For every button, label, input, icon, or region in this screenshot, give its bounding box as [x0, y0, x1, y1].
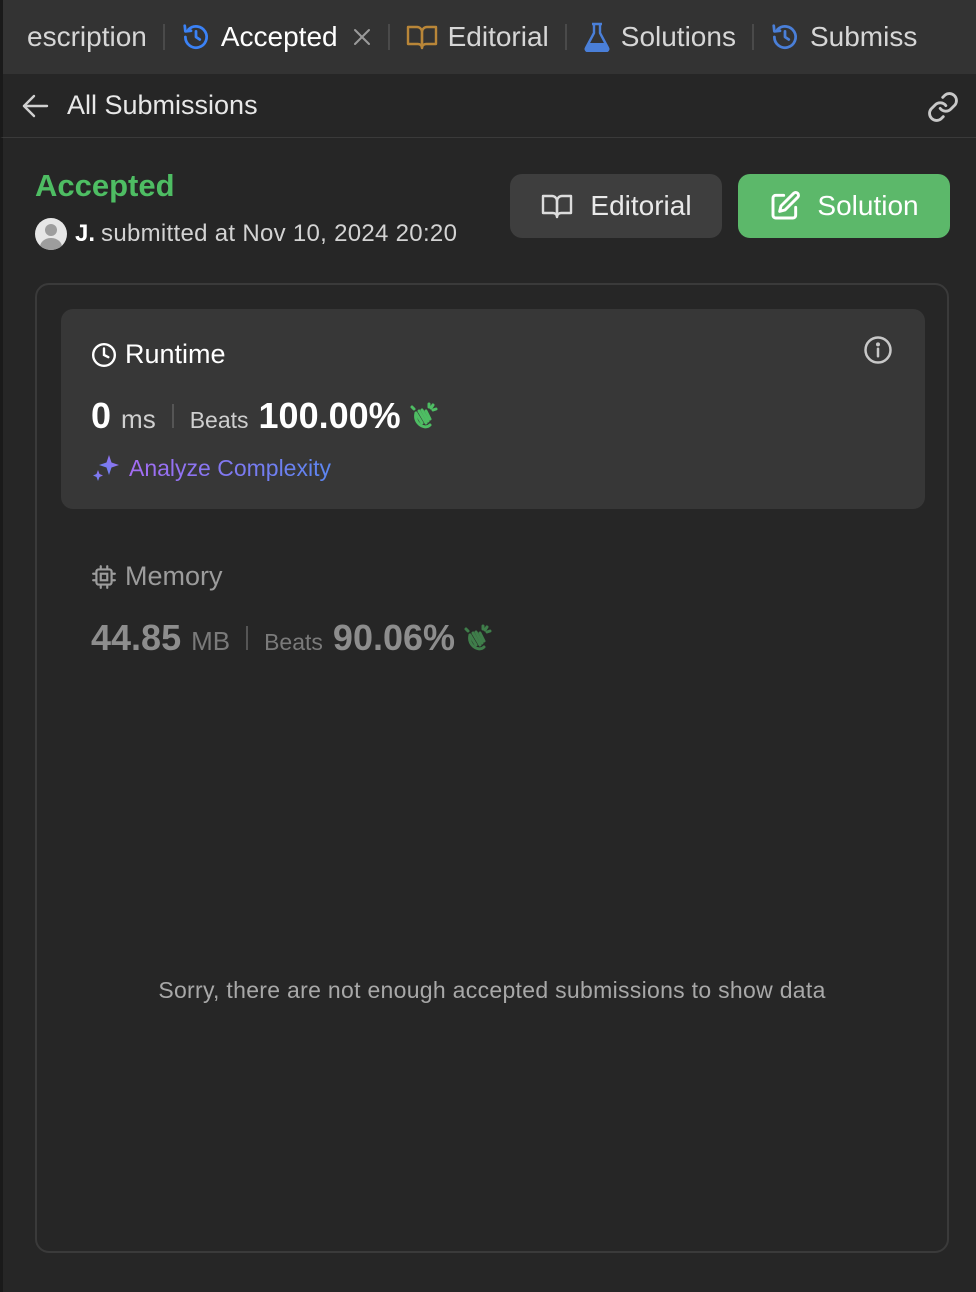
memory-header: Memory: [91, 561, 223, 592]
tab-divider: [564, 24, 567, 50]
runtime-beats-percent: 100.00%: [258, 395, 401, 436]
memory-beats-label: Beats: [264, 629, 323, 655]
memory-value: 44.85: [91, 617, 182, 658]
memory-unit: MB: [191, 626, 231, 656]
tab-description[interactable]: escription: [27, 0, 147, 74]
tab-divider: [387, 24, 390, 50]
all-submissions-link[interactable]: All Submissions: [67, 90, 258, 121]
edit-icon: [769, 190, 801, 222]
tab-description-label: escription: [27, 21, 147, 52]
sparkle-icon: [91, 453, 121, 483]
runtime-stats: 0 ms Beats 100.00%: [91, 395, 441, 437]
book-icon: [540, 192, 574, 220]
memory-title: Memory: [125, 561, 223, 591]
tab-submissions[interactable]: Submiss: [770, 0, 917, 74]
clock-icon: [91, 342, 117, 368]
clapping-hands-icon: [407, 401, 441, 431]
solution-button[interactable]: Solution: [738, 174, 950, 238]
stats-panel: Runtime 0 ms Beats 100.00% Analyze Compl…: [35, 283, 949, 1253]
avatar[interactable]: [35, 218, 67, 250]
flask-icon: [583, 22, 611, 52]
chart-empty-message: Sorry, there are not enough accepted sub…: [158, 977, 826, 1003]
memory-beats-percent: 90.06%: [332, 617, 456, 658]
book-icon: [406, 23, 438, 51]
memory-card[interactable]: Memory 44.85 MB Beats 90.06%: [61, 533, 925, 693]
tab-solutions[interactable]: Solutions: [583, 0, 736, 74]
submission-status: Accepted: [35, 168, 175, 203]
submitted-timestamp: submitted at Nov 10, 2024 20:20: [101, 220, 458, 247]
submission-detail: Accepted J. submitted at Nov 10, 2024 20…: [0, 138, 976, 1292]
clapping-hands-icon: [461, 623, 495, 653]
divider: [171, 404, 174, 428]
runtime-unit: ms: [121, 404, 156, 434]
tab-accepted-label: Accepted: [220, 21, 338, 52]
runtime-card[interactable]: Runtime 0 ms Beats 100.00% Analyze Compl…: [61, 309, 925, 509]
editorial-button[interactable]: Editorial: [510, 174, 722, 238]
chip-icon: [91, 564, 117, 590]
analyze-complexity-link[interactable]: Analyze Complexity: [91, 453, 331, 483]
tab-divider: [751, 24, 754, 50]
tab-editorial-label: Editorial: [447, 21, 549, 52]
tab-accepted[interactable]: Accepted: [181, 0, 372, 74]
tab-divider: [162, 24, 165, 50]
divider: [246, 626, 249, 650]
submission-header: All Submissions: [0, 74, 976, 138]
analyze-complexity-label: Analyze Complexity: [129, 454, 331, 481]
tab-editorial[interactable]: Editorial: [406, 0, 549, 74]
info-icon[interactable]: [863, 335, 893, 365]
close-icon[interactable]: [352, 27, 372, 47]
editorial-button-label: Editorial: [590, 190, 692, 221]
user-name[interactable]: J.: [75, 220, 95, 248]
back-arrow-icon[interactable]: [21, 93, 49, 119]
history-icon: [770, 22, 800, 52]
solution-button-label: Solution: [817, 190, 919, 221]
app-window: escription Accepted Editorial Solutions …: [0, 0, 976, 1292]
runtime-beats-label: Beats: [189, 407, 249, 433]
runtime-header: Runtime: [91, 339, 226, 370]
memory-stats: 44.85 MB Beats 90.06%: [91, 617, 495, 659]
tab-submissions-label: Submiss: [809, 21, 918, 52]
runtime-value: 0: [91, 395, 112, 436]
history-icon: [181, 22, 211, 52]
link-icon[interactable]: [926, 90, 960, 124]
runtime-title: Runtime: [125, 339, 226, 369]
submitter-info: J. submitted at Nov 10, 2024 20:20: [35, 218, 457, 250]
tab-bar: escription Accepted Editorial Solutions …: [0, 0, 976, 74]
tab-solutions-label: Solutions: [620, 21, 736, 52]
